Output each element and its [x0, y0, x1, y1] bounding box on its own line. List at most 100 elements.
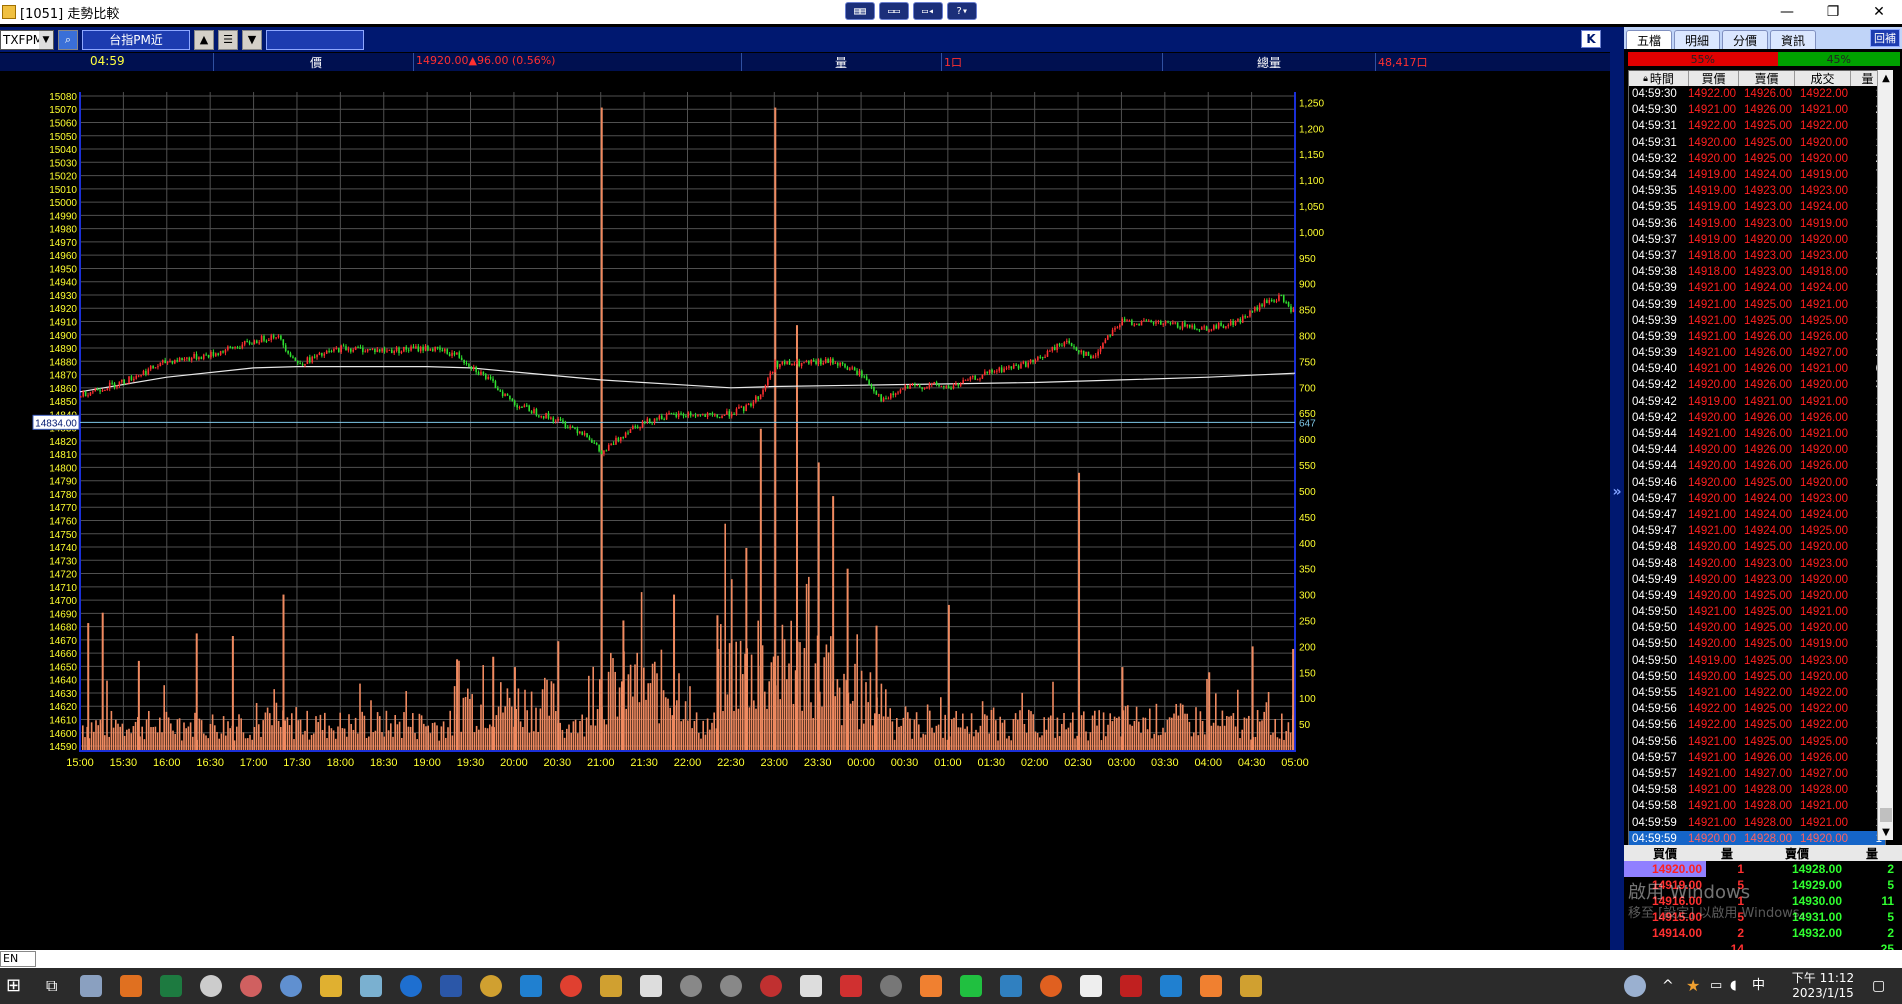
scroll-down-icon[interactable]: ▼	[1878, 824, 1894, 840]
tick-row[interactable]: 04:59:4414921.0014926.0014921.001	[1629, 426, 1885, 442]
k-chart-button[interactable]: K	[1581, 30, 1601, 48]
tick-row[interactable]: 04:59:5714921.0014927.0014927.001	[1629, 766, 1885, 782]
ime-icon[interactable]: 中	[1752, 975, 1774, 997]
mcafee-icon[interactable]	[1120, 975, 1142, 997]
list-button[interactable]: ☰	[218, 29, 238, 50]
price-volume-chart[interactable]: 1459014600146101462014630146401465014660…	[0, 72, 1610, 950]
header-sell[interactable]: 賣價	[1739, 71, 1795, 86]
tick-row[interactable]: 04:59:4214920.0014926.0014926.001	[1629, 410, 1885, 426]
orange-app-icon-2[interactable]	[1200, 975, 1222, 997]
sync-app-icon[interactable]	[200, 975, 222, 997]
chart-app-icon[interactable]	[520, 975, 542, 997]
help-tool-button[interactable]: ?▾	[947, 2, 977, 20]
arrow-app-icon-2[interactable]	[720, 975, 742, 997]
tick-row[interactable]: 04:59:5614921.0014925.0014925.003	[1629, 734, 1885, 750]
tick-row[interactable]: 04:59:3114922.0014925.0014922.001	[1629, 118, 1885, 134]
red-app-icon[interactable]	[840, 975, 862, 997]
panel-divider[interactable]: »	[1610, 27, 1624, 960]
folder-icon[interactable]	[320, 975, 342, 997]
tick-row[interactable]: 04:59:4414920.0014926.0014926.001	[1629, 458, 1885, 474]
file-app-icon[interactable]	[80, 975, 102, 997]
tick-row[interactable]: 04:59:5714921.0014926.0014926.001	[1629, 750, 1885, 766]
notification-icon[interactable]: ▢	[1872, 975, 1894, 997]
tick-row[interactable]: 04:59:4614920.0014925.0014920.002	[1629, 475, 1885, 491]
tick-row[interactable]: 04:59:4914920.0014925.0014920.001	[1629, 588, 1885, 604]
window-tool-button[interactable]: ▭▭	[879, 2, 909, 20]
word-icon[interactable]	[440, 975, 462, 997]
tick-row[interactable]: 04:59:4814920.0014925.0014920.001	[1629, 539, 1885, 555]
scroll-up-button[interactable]: ▲	[194, 29, 214, 50]
ime-indicator[interactable]: EN	[0, 951, 36, 967]
tick-row[interactable]: 04:59:5814921.0014928.0014921.001	[1629, 798, 1885, 814]
tick-row[interactable]: 04:59:5014921.0014925.0014921.001	[1629, 604, 1885, 620]
chevron-right-icon[interactable]: »	[1610, 482, 1624, 502]
cloud-icon[interactable]	[1624, 975, 1646, 997]
tick-row[interactable]: 04:59:4714921.0014924.0014924.001	[1629, 507, 1885, 523]
order-book-row[interactable]: 14916.00 1 14930.00 11	[1624, 893, 1902, 909]
tick-row[interactable]: 04:59:3414919.0014924.0014919.007	[1629, 167, 1885, 183]
document-app-icon[interactable]	[800, 975, 822, 997]
tick-row[interactable]: 04:59:4814920.0014923.0014923.001	[1629, 555, 1885, 571]
orange-app-icon[interactable]	[920, 975, 942, 997]
tick-row[interactable]: 04:59:3614919.0014923.0014919.001	[1629, 216, 1885, 232]
restore-button[interactable]: ❐	[1810, 0, 1856, 24]
tick-row[interactable]: 04:59:4714920.0014924.0014923.001	[1629, 491, 1885, 507]
scroll-up-icon[interactable]: ▲	[1878, 70, 1894, 86]
tab-details[interactable]: 明細	[1674, 30, 1721, 49]
arrow-app-icon[interactable]	[680, 975, 702, 997]
order-book-row[interactable]: 14915.00 5 14931.00 5	[1624, 909, 1902, 925]
close-button[interactable]: ✕	[1856, 0, 1902, 24]
order-book-row[interactable]: 14920.00 1 14928.00 2	[1624, 861, 1902, 877]
tick-row[interactable]: 04:59:3914921.0014924.0014924.001	[1629, 280, 1885, 296]
xq-app-icon[interactable]	[1000, 975, 1022, 997]
tick-row[interactable]: 04:59:5614922.0014925.0014922.001	[1629, 717, 1885, 733]
tick-row[interactable]: 04:59:3814918.0014923.0014918.002	[1629, 264, 1885, 280]
tick-scrollbar[interactable]: ▲ ▼	[1877, 70, 1893, 840]
contract-name[interactable]: 台指PM近	[82, 29, 190, 50]
tick-row[interactable]: 04:59:5814921.0014928.0014928.003	[1629, 782, 1885, 798]
c-app-icon[interactable]	[1040, 975, 1062, 997]
tick-row[interactable]: 04:59:3914921.0014926.0014927.002	[1629, 345, 1885, 361]
tick-row[interactable]: 04:59:3014921.0014926.0014921.002	[1629, 102, 1885, 118]
tick-row[interactable]: 04:59:5014920.0014925.0014920.001	[1629, 620, 1885, 636]
network-app-icon[interactable]	[280, 975, 302, 997]
scroll-thumb[interactable]	[1880, 808, 1892, 822]
broadcast-app-icon[interactable]	[760, 975, 782, 997]
header-time[interactable]: 🔒︎ 時間	[1629, 71, 1689, 86]
lion-app-icon[interactable]	[480, 975, 502, 997]
briefcase-app-icon[interactable]	[120, 975, 142, 997]
tab-price-distribution[interactable]: 分價	[1722, 30, 1769, 49]
tick-row[interactable]: 04:59:5014920.0014925.0014919.001	[1629, 636, 1885, 652]
tick-row[interactable]: 04:59:5014919.0014925.0014923.001	[1629, 653, 1885, 669]
tick-row[interactable]: 04:59:3014922.0014926.0014922.001	[1629, 86, 1885, 102]
tick-row[interactable]: 04:59:5914921.0014928.0014921.001	[1629, 814, 1885, 830]
tick-row[interactable]: 04:59:3914921.0014926.0014926.002	[1629, 329, 1885, 345]
tick-row[interactable]: 04:59:3514919.0014923.0014924.001	[1629, 199, 1885, 215]
star-icon[interactable]: ★	[1686, 975, 1708, 997]
fx-app-icon[interactable]	[1080, 975, 1102, 997]
header-buy[interactable]: 買價	[1689, 71, 1739, 86]
tick-row[interactable]: 04:59:5614922.0014925.0014922.001	[1629, 701, 1885, 717]
network-icon[interactable]: ▭	[1710, 975, 1732, 997]
line-app-icon[interactable]	[960, 975, 982, 997]
tick-row[interactable]: 04:59:3914921.0014925.0014921.001	[1629, 296, 1885, 312]
volume-icon[interactable]: ◖	[1730, 975, 1752, 997]
tick-row[interactable]: 04:59:3914921.0014925.0014925.001	[1629, 313, 1885, 329]
tick-row[interactable]: 04:59:4214919.0014921.0014921.001	[1629, 394, 1885, 410]
order-book-row[interactable]: 14914.00 2 14932.00 2	[1624, 925, 1902, 941]
search-button[interactable]: ⌕	[58, 29, 78, 50]
window-app-icon[interactable]	[640, 975, 662, 997]
tick-row[interactable]: 04:59:3114920.0014925.0014920.001	[1629, 135, 1885, 151]
layout-tool-button[interactable]: ▤▤	[845, 2, 875, 20]
tab-info[interactable]: 資訊	[1770, 30, 1817, 49]
tick-row[interactable]: 04:59:5514921.0014922.0014922.001	[1629, 685, 1885, 701]
chrome-icon[interactable]	[560, 975, 582, 997]
tick-row[interactable]: 04:59:4714921.0014924.0014925.001	[1629, 523, 1885, 539]
symbol-select[interactable]: TXFPM1 ▼	[0, 29, 54, 50]
book-app-icon[interactable]	[360, 975, 382, 997]
chart-app-icon-2[interactable]	[1160, 975, 1182, 997]
tick-row[interactable]: 04:59:4414920.0014926.0014920.001	[1629, 442, 1885, 458]
dropdown-button[interactable]: ▼	[242, 29, 262, 50]
obs-icon[interactable]	[880, 975, 902, 997]
ie-icon[interactable]	[400, 975, 422, 997]
